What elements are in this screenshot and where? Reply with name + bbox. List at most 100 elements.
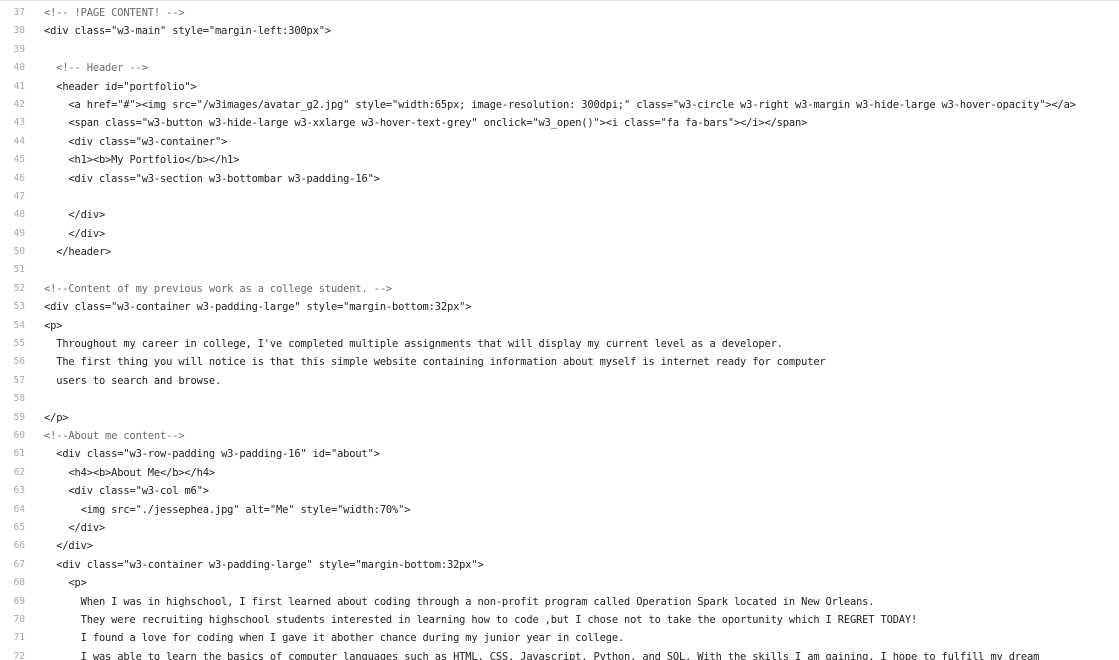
code-line[interactable]: 39	[0, 41, 1119, 59]
code-text: The first thing you will notice is that …	[44, 356, 826, 369]
code-text: <h1><b>My Portfolio</b></h1>	[44, 154, 240, 167]
code-text: <div class="w3-container w3-padding-larg…	[44, 558, 484, 571]
code-text: <div class="w3-section w3-bottombar w3-p…	[44, 172, 380, 185]
code-line[interactable]: 60 <!--About me content-->	[0, 427, 1119, 445]
code-line[interactable]: 51	[0, 261, 1119, 279]
code-text: </header>	[44, 246, 112, 259]
line-number: 37	[13, 7, 25, 18]
code-text: </p>	[44, 411, 69, 424]
line-number: 50	[13, 246, 25, 258]
line-number: 56	[13, 356, 25, 368]
code-line[interactable]: 44 <div class="w3-container">	[0, 133, 1119, 151]
line-number: 47	[13, 190, 25, 202]
code-line[interactable]: 57 users to search and browse.	[0, 372, 1119, 390]
code-text: <div class="w3-container w3-padding-larg…	[44, 301, 472, 314]
line-number: 59	[13, 411, 25, 423]
line-number: 55	[13, 338, 25, 350]
line-number: 38	[13, 25, 25, 37]
code-text: <span class="w3-button w3-hide-large w3-…	[44, 117, 808, 130]
code-line[interactable]: 43 <span class="w3-button w3-hide-large …	[0, 114, 1119, 132]
code-line[interactable]: 59 </p>	[0, 409, 1119, 427]
code-text: <div class="w3-main" style="margin-left:…	[44, 25, 331, 38]
code-line[interactable]: 41 <header id="portfolio">	[0, 78, 1119, 96]
code-line[interactable]: 61 <div class="w3-row-padding w3-padding…	[0, 445, 1119, 463]
code-text: <div class="w3-row-padding w3-padding-16…	[44, 448, 380, 461]
code-line[interactable]: 53 <div class="w3-container w3-padding-la…	[0, 298, 1119, 316]
code-line[interactable]: 49 </div>	[0, 225, 1119, 243]
code-text: <p>	[44, 577, 87, 590]
code-text: <h4><b>About Me</b></h4>	[44, 466, 215, 479]
code-text: </div>	[44, 209, 106, 222]
line-number: 63	[13, 485, 25, 497]
code-line[interactable]: 52 <!--Content of my previous work as a c…	[0, 280, 1119, 298]
code-text: <img src="./jessephea.jpg" alt="Me" styl…	[44, 503, 411, 516]
line-number: 51	[13, 264, 25, 276]
code-line[interactable]: 65 </div>	[0, 519, 1119, 537]
line-number: 67	[13, 558, 25, 570]
code-line[interactable]: 46 <div class="w3-section w3-bottombar w…	[0, 170, 1119, 188]
code-line[interactable]: 54 <p>	[0, 317, 1119, 335]
code-text: </div>	[44, 227, 106, 240]
code-line[interactable]: 50 </header>	[0, 243, 1119, 261]
code-text: <p>	[44, 319, 63, 332]
code-line[interactable]: 62 <h4><b>About Me</b></h4>	[0, 464, 1119, 482]
line-number: 66	[13, 540, 25, 552]
line-number: 46	[13, 172, 25, 184]
code-line[interactable]: 64 <img src="./jessephea.jpg" alt="Me" s…	[0, 501, 1119, 519]
code-lines: 37 <!-- !PAGE CONTENT! --> 38 <div class="w…	[0, 4, 1119, 660]
code-line[interactable]: 68 <p>	[0, 574, 1119, 592]
code-line[interactable]: 40 <!-- Header -->	[0, 59, 1119, 77]
code-line[interactable]: 48 </div>	[0, 206, 1119, 224]
code-line[interactable]: 37 <!-- !PAGE CONTENT! -->	[0, 4, 1119, 22]
line-number: 52	[13, 282, 25, 294]
code-text: <div class="w3-container">	[44, 135, 228, 148]
line-number: 68	[13, 577, 25, 589]
code-viewer[interactable]: 37 <!-- !PAGE CONTENT! --> 38 <div class="w…	[0, 0, 1119, 660]
line-number: 41	[13, 80, 25, 92]
line-number: 60	[13, 429, 25, 441]
line-number: 42	[13, 98, 25, 110]
code-text: <header id="portfolio">	[44, 80, 197, 93]
code-comment: <!-- Header -->	[44, 62, 148, 75]
line-number: 72	[13, 650, 25, 660]
code-text: users to search and browse.	[44, 374, 222, 387]
code-text: </div>	[44, 540, 93, 553]
line-number: 40	[13, 62, 25, 74]
code-line[interactable]: 58	[0, 390, 1119, 408]
line-number: 54	[13, 319, 25, 331]
code-line[interactable]: 70 They were recruiting highschool stude…	[0, 611, 1119, 629]
line-number: 65	[13, 521, 25, 533]
code-text: <a href="#"><img src="/w3images/avatar_g…	[44, 98, 1076, 111]
code-text: <div class="w3-col m6">	[44, 485, 209, 498]
code-comment: <!--Content of my previous work as a col…	[44, 282, 393, 295]
code-text: They were recruiting highschool students…	[44, 613, 918, 626]
code-line[interactable]: 69 When I was in highschool, I first lea…	[0, 593, 1119, 611]
code-text: </div>	[44, 521, 106, 534]
code-line[interactable]: 63 <div class="w3-col m6">	[0, 482, 1119, 500]
code-line[interactable]: 67 <div class="w3-container w3-padding-l…	[0, 556, 1119, 574]
code-line[interactable]: 72 I was able to learn the basics of com…	[0, 648, 1119, 660]
code-line[interactable]: 45 <h1><b>My Portfolio</b></h1>	[0, 151, 1119, 169]
line-number: 57	[13, 374, 25, 386]
code-line[interactable]: 42 <a href="#"><img src="/w3images/avata…	[0, 96, 1119, 114]
line-number: 58	[13, 393, 25, 405]
code-text: I found a love for coding when I gave it…	[44, 632, 625, 645]
code-line[interactable]: 38 <div class="w3-main" style="margin-lef…	[0, 22, 1119, 40]
code-comment: <!--About me content-->	[44, 429, 185, 442]
code-line[interactable]: 55 Throughout my career in college, I've…	[0, 335, 1119, 353]
line-number: 48	[13, 209, 25, 221]
code-comment: <!-- !PAGE CONTENT! -->	[44, 7, 185, 19]
code-line[interactable]: 56 The first thing you will notice is th…	[0, 353, 1119, 371]
line-number: 45	[13, 154, 25, 166]
line-number: 70	[13, 613, 25, 625]
line-number: 44	[13, 135, 25, 147]
code-line[interactable]: 47	[0, 188, 1119, 206]
code-text: Throughout my career in college, I've co…	[44, 338, 783, 351]
code-line[interactable]: 66 </div>	[0, 537, 1119, 555]
line-number: 62	[13, 466, 25, 478]
line-number: 71	[13, 632, 25, 644]
line-number: 49	[13, 227, 25, 239]
line-number: 61	[13, 448, 25, 460]
code-line[interactable]: 71 I found a love for coding when I gave…	[0, 629, 1119, 647]
line-number: 43	[13, 117, 25, 129]
